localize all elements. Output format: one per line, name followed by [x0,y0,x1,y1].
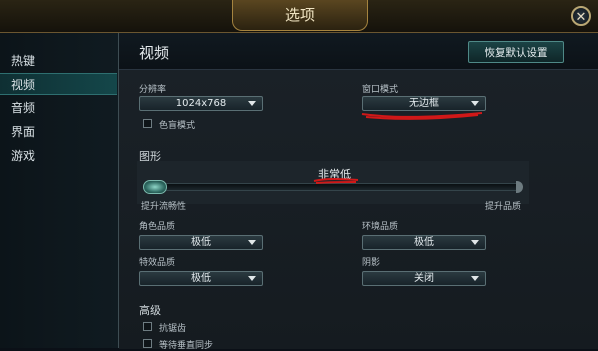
page-title: 视频 [139,44,170,62]
window-title: 选项 [232,0,368,31]
character-quality-dropdown[interactable]: 极低 [139,235,263,250]
title-bar: 选项 ✕ [0,0,598,33]
effects-quality-label: 特效品质 [139,258,176,268]
vsync-checkbox[interactable] [143,339,152,348]
effects-quality-value: 极低 [191,273,211,284]
close-icon[interactable]: ✕ [571,6,591,26]
graphics-slider-handle[interactable] [143,180,167,194]
vsync-label: 等待垂直同步 [159,341,214,351]
sidebar-item-audio[interactable]: 音频 [0,97,117,119]
slider-right-label: 提升品质 [485,202,522,212]
chevron-down-icon [471,101,479,106]
environment-quality-dropdown[interactable]: 极低 [362,235,486,250]
sidebar-item-hotkeys[interactable]: 热键 [0,50,117,72]
annotation-underline-window-mode [361,112,483,120]
shadows-dropdown[interactable]: 关闭 [362,271,486,286]
slider-left-label: 提升流畅性 [141,202,187,212]
window-mode-label: 窗口模式 [362,85,399,95]
resolution-dropdown[interactable]: 1024x768 [139,96,263,111]
shadows-value: 关闭 [414,273,434,284]
chevron-down-icon [471,276,479,281]
character-quality-label: 角色品质 [139,222,176,232]
options-sidebar: 热键 视频 音频 界面 游戏 [0,33,119,348]
chevron-down-icon [248,240,256,245]
shadows-label: 阴影 [362,258,381,268]
settings-content: 分辨率 1024x768 窗口模式 无边框 色盲模式 图形 [119,69,598,349]
sidebar-item-video[interactable]: 视频 [0,73,117,95]
annotation-underline-graphics-level [313,178,359,184]
panel-header: 视频 恢复默认设置 [119,33,598,69]
resolution-label: 分辨率 [139,85,167,95]
sidebar-item-game[interactable]: 游戏 [0,145,117,167]
colorblind-checkbox[interactable] [143,119,152,128]
chevron-down-icon [471,240,479,245]
antialias-label: 抗锯齿 [159,324,187,334]
effects-quality-dropdown[interactable]: 极低 [139,271,263,286]
environment-quality-value: 极低 [414,237,434,248]
environment-quality-label: 环境品质 [362,222,399,232]
chevron-down-icon [248,101,256,106]
advanced-section-title: 高级 [139,304,161,317]
antialias-checkbox[interactable] [143,322,152,331]
colorblind-label: 色盲模式 [159,121,196,131]
video-settings-panel: 视频 恢复默认设置 分辨率 1024x768 窗口模式 无边框 色盲模式 图形 … [119,33,598,351]
reset-defaults-button[interactable]: 恢复默认设置 [468,41,564,63]
sidebar-item-interface[interactable]: 界面 [0,121,117,143]
character-quality-value: 极低 [191,237,211,248]
resolution-value: 1024x768 [175,98,227,109]
chevron-down-icon [248,276,256,281]
